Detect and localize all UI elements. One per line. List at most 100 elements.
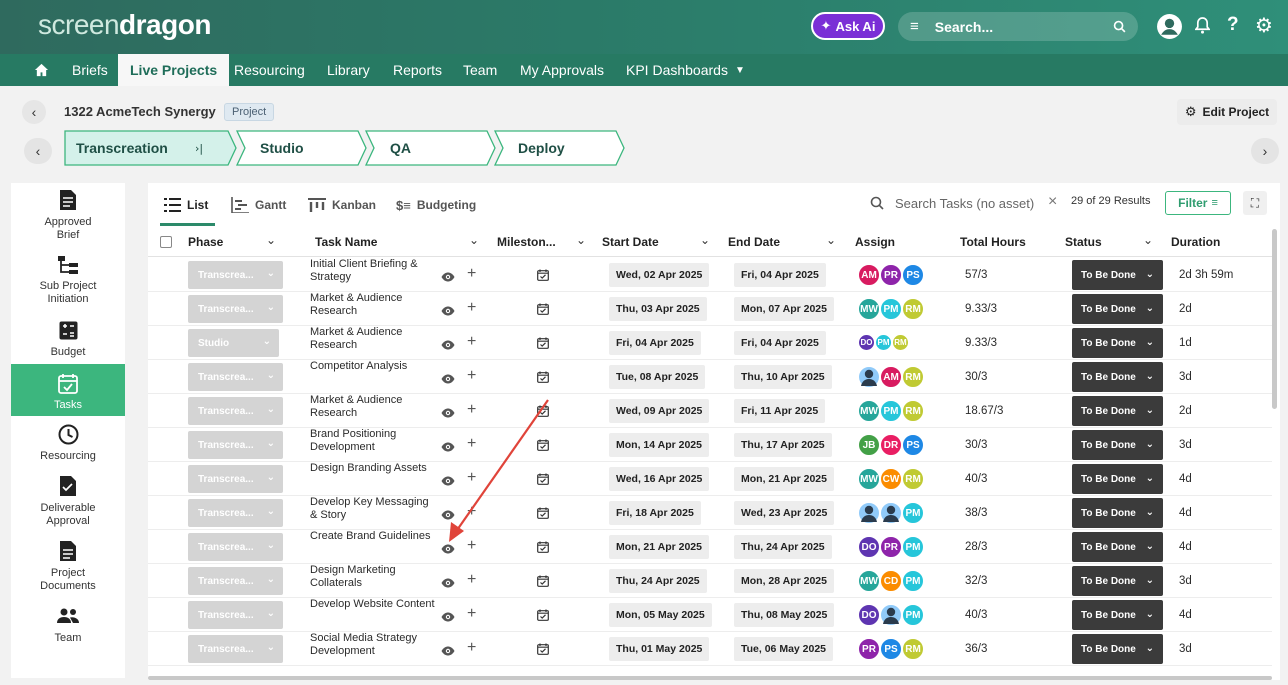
milestone-calendar-icon[interactable]: [537, 438, 549, 456]
table-row[interactable]: Transcrea... ⌄ Initial Client Briefing & S…: [148, 258, 1272, 292]
eye-icon[interactable]: [441, 303, 455, 321]
user-avatar-icon[interactable]: [879, 603, 903, 627]
table-row[interactable]: Transcrea... ⌄ Develop Key Messaging & Sto…: [148, 496, 1272, 530]
start-date[interactable]: Tue, 08 Apr 2025: [609, 365, 706, 389]
milestone-calendar-icon[interactable]: [537, 608, 549, 626]
eye-icon[interactable]: [441, 371, 455, 389]
eye-icon[interactable]: [441, 541, 455, 559]
column-assign[interactable]: Assign: [855, 235, 895, 249]
status-dropdown[interactable]: To Be Done ⌄: [1072, 532, 1163, 562]
add-icon[interactable]: +: [467, 571, 476, 589]
user-avatar-icon[interactable]: [857, 501, 881, 525]
avatar[interactable]: AM: [879, 365, 903, 389]
avatar[interactable]: RM: [901, 297, 925, 321]
assignee-avatars[interactable]: MW PM RM: [857, 399, 925, 423]
milestone-calendar-icon[interactable]: [537, 404, 549, 422]
start-date[interactable]: Mon, 21 Apr 2025: [609, 535, 709, 559]
end-date[interactable]: Thu, 24 Apr 2025: [734, 535, 832, 559]
task-name[interactable]: Design Marketing Collaterals: [310, 564, 438, 590]
start-date[interactable]: Fri, 18 Apr 2025: [609, 501, 701, 525]
avatar[interactable]: PM: [879, 297, 903, 321]
avatar[interactable]: PS: [901, 263, 925, 287]
fullscreen-expand-button[interactable]: ⛶: [1243, 191, 1267, 215]
sidebar-item-project-documents[interactable]: Project Documents: [11, 540, 125, 592]
assignee-avatars[interactable]: AM RM: [857, 365, 925, 389]
status-dropdown[interactable]: To Be Done ⌄: [1072, 600, 1163, 630]
sidebar-item-approved-brief[interactable]: Approved Brief: [11, 189, 125, 241]
column-duration[interactable]: Duration: [1171, 235, 1220, 249]
avatar[interactable]: PM: [901, 603, 925, 627]
phase-next-button[interactable]: ›: [1251, 138, 1279, 164]
settings-gear-icon[interactable]: ⚙: [1255, 13, 1273, 38]
avatar[interactable]: MW: [857, 399, 881, 423]
chevron-down-icon[interactable]: ⌄: [826, 233, 836, 247]
task-name[interactable]: Develop Website Content: [310, 598, 438, 611]
vertical-scrollbar[interactable]: [1272, 229, 1277, 409]
phase-dropdown[interactable]: Transcrea... ⌄: [188, 601, 283, 629]
end-date[interactable]: Wed, 23 Apr 2025: [734, 501, 835, 525]
end-date[interactable]: Fri, 04 Apr 2025: [734, 263, 826, 287]
status-dropdown[interactable]: To Be Done ⌄: [1072, 464, 1163, 494]
phase-dropdown[interactable]: Transcrea... ⌄: [188, 363, 283, 391]
nav-kpi-dashboards[interactable]: KPI Dashboards ▼: [626, 54, 745, 86]
task-name[interactable]: Market & Audience Research: [310, 292, 438, 318]
phase-prev-button[interactable]: ‹: [24, 138, 52, 164]
task-name[interactable]: Initial Client Briefing & Strategy: [310, 258, 438, 284]
avatar[interactable]: PM: [901, 501, 925, 525]
milestone-calendar-icon[interactable]: [537, 642, 549, 660]
avatar[interactable]: RM: [901, 365, 925, 389]
avatar[interactable]: JB: [857, 433, 881, 457]
status-dropdown[interactable]: To Be Done ⌄: [1072, 634, 1163, 664]
task-name[interactable]: Market & Audience Research: [310, 394, 438, 420]
milestone-calendar-icon[interactable]: [537, 574, 549, 592]
nav-library[interactable]: Library: [327, 54, 370, 86]
avatar[interactable]: PR: [879, 263, 903, 287]
clear-search-icon[interactable]: ×: [1048, 193, 1057, 211]
avatar[interactable]: CD: [879, 569, 903, 593]
start-date[interactable]: Thu, 01 May 2025: [609, 637, 710, 661]
column-start-date[interactable]: Start Date: [602, 235, 659, 249]
global-search[interactable]: ≡ Search...: [898, 12, 1138, 41]
avatar[interactable]: RM: [891, 333, 910, 352]
column-total-hours[interactable]: Total Hours: [960, 235, 1026, 249]
phase-step-transcreation[interactable]: Transcreation ›|: [64, 130, 237, 166]
tab-list[interactable]: List: [164, 197, 208, 213]
start-date[interactable]: Thu, 03 Apr 2025: [609, 297, 707, 321]
start-date[interactable]: Wed, 02 Apr 2025: [609, 263, 710, 287]
avatar[interactable]: PR: [857, 637, 881, 661]
start-date[interactable]: Wed, 09 Apr 2025: [609, 399, 710, 423]
end-date[interactable]: Tue, 06 May 2025: [734, 637, 834, 661]
sidebar-item-deliverable-approval[interactable]: Deliverable Approval: [11, 475, 125, 527]
add-icon[interactable]: +: [467, 639, 476, 657]
phase-dropdown[interactable]: Transcrea... ⌄: [188, 635, 283, 663]
tab-gantt[interactable]: Gantt: [231, 197, 286, 213]
avatar[interactable]: MW: [857, 569, 881, 593]
user-avatar-icon[interactable]: [857, 365, 881, 389]
nav-live-projects[interactable]: Live Projects: [118, 54, 230, 86]
chevron-down-icon[interactable]: ⌄: [266, 233, 276, 247]
filter-button[interactable]: Filter ≡: [1165, 191, 1231, 215]
user-avatar-icon[interactable]: [1156, 13, 1183, 40]
back-button[interactable]: ‹: [22, 100, 46, 124]
assignee-avatars[interactable]: AM PR PS: [857, 263, 925, 287]
start-date[interactable]: Fri, 04 Apr 2025: [609, 331, 701, 355]
add-icon[interactable]: +: [467, 265, 476, 283]
avatar[interactable]: MW: [857, 297, 881, 321]
table-row[interactable]: Transcrea... ⌄ Develop Website Content + Mon…: [148, 598, 1272, 632]
table-row[interactable]: Transcrea... ⌄ Social Media Strategy Devel…: [148, 632, 1272, 666]
table-row[interactable]: Transcrea... ⌄ Brand Positioning Developme…: [148, 428, 1272, 462]
status-dropdown[interactable]: To Be Done ⌄: [1072, 328, 1163, 358]
assignee-avatars[interactable]: MW CD PM: [857, 569, 925, 593]
chevron-down-icon[interactable]: ⌄: [1143, 233, 1153, 247]
chevron-down-icon[interactable]: ⌄: [700, 233, 710, 247]
phase-dropdown[interactable]: Transcrea... ⌄: [188, 261, 283, 289]
screendragon-logo[interactable]: screendragon: [38, 9, 211, 41]
avatar[interactable]: PM: [901, 535, 925, 559]
end-date[interactable]: Fri, 04 Apr 2025: [734, 331, 826, 355]
avatar[interactable]: PR: [879, 535, 903, 559]
phase-dropdown[interactable]: Transcrea... ⌄: [188, 397, 283, 425]
avatar[interactable]: PM: [879, 399, 903, 423]
sidebar-item-sub-project-initiation[interactable]: Sub Project Initiation: [11, 254, 125, 306]
start-date[interactable]: Thu, 24 Apr 2025: [609, 569, 707, 593]
column-end-date[interactable]: End Date: [728, 235, 780, 249]
